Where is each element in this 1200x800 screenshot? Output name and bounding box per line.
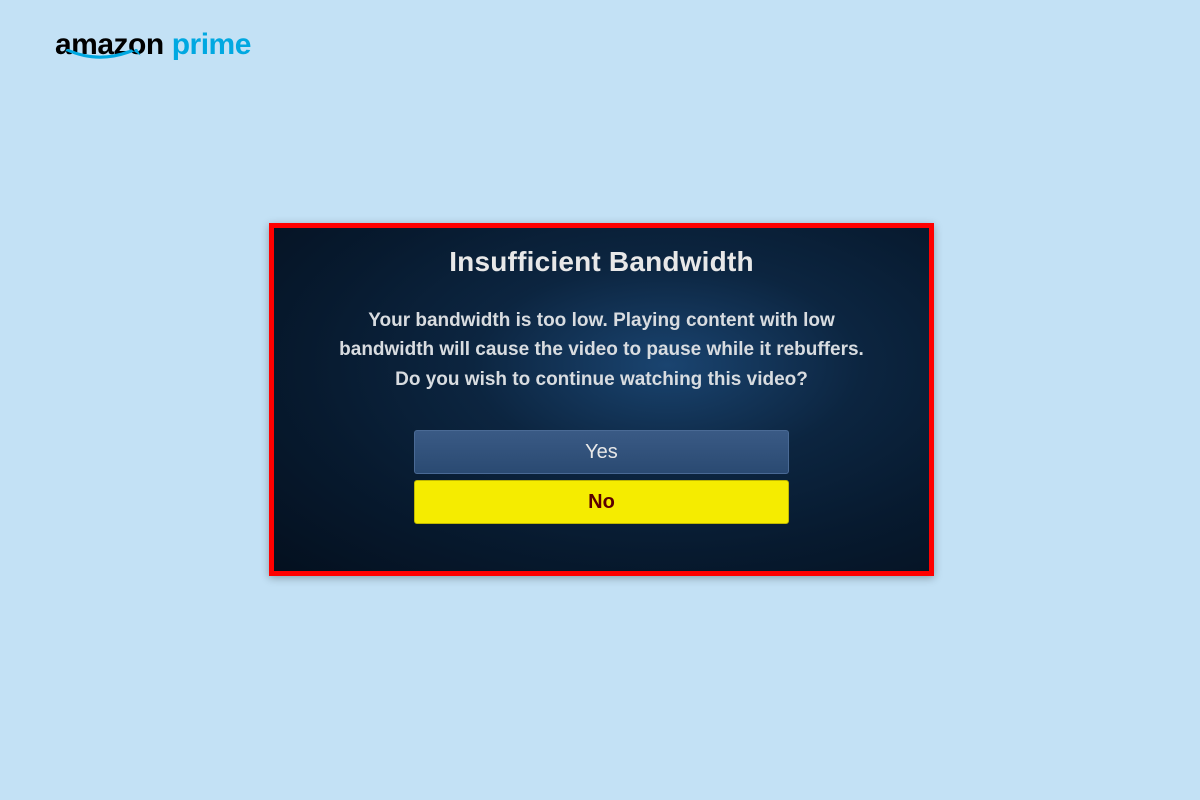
no-button[interactable]: No xyxy=(414,480,789,524)
dialog-message: Your bandwidth is too low. Playing conte… xyxy=(314,306,889,394)
no-button-label: No xyxy=(588,491,615,514)
logo-text-prime: prime xyxy=(172,28,251,62)
yes-button-label: Yes xyxy=(585,441,618,464)
bandwidth-warning-dialog: Insufficient Bandwidth Your bandwidth is… xyxy=(269,223,934,576)
yes-button[interactable]: Yes xyxy=(414,430,789,474)
amazon-prime-logo: amazon prime xyxy=(55,28,251,62)
dialog-button-group: Yes No xyxy=(314,430,889,524)
amazon-smile-icon xyxy=(64,49,142,65)
amazon-wordmark: amazon xyxy=(55,28,164,62)
dialog-title: Insufficient Bandwidth xyxy=(314,246,889,278)
